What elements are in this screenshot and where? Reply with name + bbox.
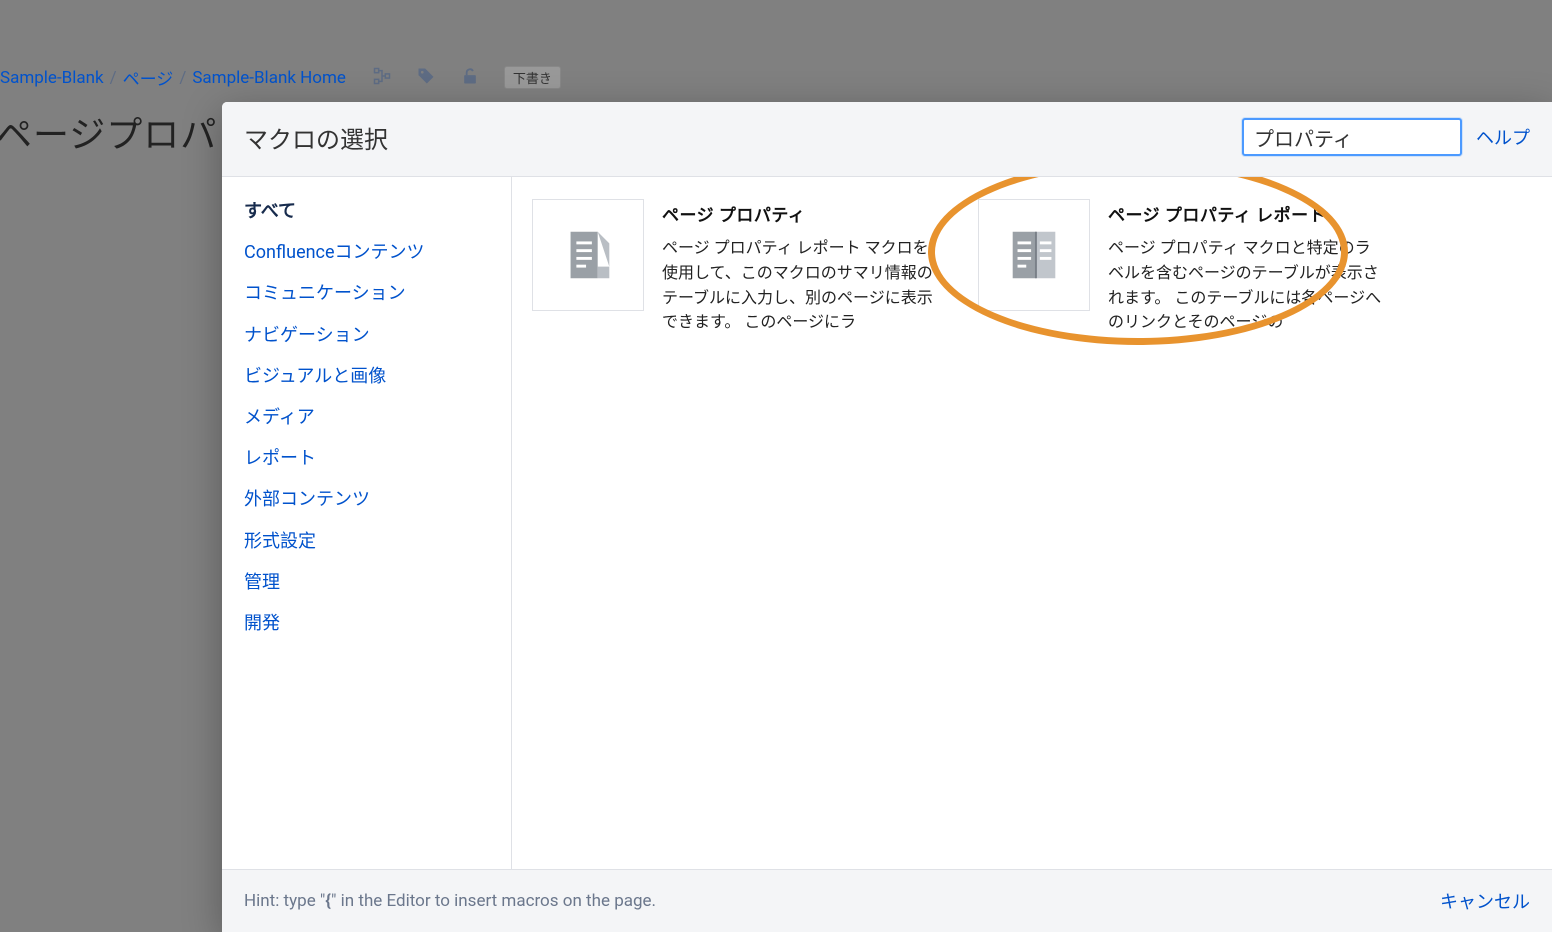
hint-prefix: Hint: type " bbox=[244, 891, 325, 911]
hint-suffix: " in the Editor to insert macros on the … bbox=[331, 891, 656, 911]
category-item[interactable]: レポート bbox=[244, 446, 489, 471]
macro-title: ページ プロパティ レポート bbox=[1108, 201, 1386, 226]
category-item[interactable]: すべて bbox=[244, 199, 489, 224]
breadcrumb-item[interactable]: ページ bbox=[123, 65, 174, 90]
page-properties-icon bbox=[532, 199, 644, 311]
macro-results: ページ プロパティ ページ プロパティ レポート マクロを使用して、このマクロの… bbox=[512, 177, 1552, 869]
help-link[interactable]: ヘルプ bbox=[1476, 124, 1530, 150]
unlock-icon[interactable] bbox=[460, 66, 480, 90]
breadcrumb-bar: Sample-Blank / ページ / Sample-Blank Home bbox=[0, 55, 1552, 100]
macro-browser-modal: マクロの選択 ヘルプ すべて Confluenceコンテンツコミュニケーションナビ… bbox=[222, 102, 1552, 932]
breadcrumb-sep: / bbox=[110, 68, 117, 88]
breadcrumb: Sample-Blank / ページ / Sample-Blank Home bbox=[0, 65, 346, 90]
category-item[interactable]: メディア bbox=[244, 405, 489, 430]
macro-desc: ページ プロパティ マクロと特定のラベルを含むページのテーブルが表示されます。 … bbox=[1108, 236, 1386, 335]
category-item[interactable]: 外部コンテンツ bbox=[244, 487, 489, 512]
page-properties-report-icon bbox=[978, 199, 1090, 311]
modal-header: マクロの選択 ヘルプ bbox=[222, 102, 1552, 177]
category-item[interactable]: Confluenceコンテンツ bbox=[244, 240, 489, 265]
category-item[interactable]: 形式設定 bbox=[244, 529, 489, 554]
breadcrumb-sep: / bbox=[179, 68, 186, 88]
macro-desc: ページ プロパティ レポート マクロを使用して、このマクロのサマリ情報のテーブル… bbox=[662, 236, 940, 335]
breadcrumb-item[interactable]: Sample-Blank Home bbox=[192, 68, 346, 88]
cancel-button[interactable]: キャンセル bbox=[1440, 888, 1530, 914]
hint-text: Hint: type "{" in the Editor to insert m… bbox=[244, 891, 1426, 911]
header-icons: 下書き bbox=[372, 66, 561, 90]
category-item[interactable]: コミュニケーション bbox=[244, 281, 489, 306]
category-item[interactable]: 管理 bbox=[244, 570, 489, 595]
page-tree-icon[interactable] bbox=[372, 66, 392, 90]
category-item[interactable]: 開発 bbox=[244, 611, 489, 636]
category-item[interactable]: ビジュアルと画像 bbox=[244, 364, 489, 389]
modal-body: すべて Confluenceコンテンツコミュニケーションナビゲーションビジュアルと… bbox=[222, 177, 1552, 869]
draft-badge: 下書き bbox=[504, 66, 561, 89]
macro-page-properties[interactable]: ページ プロパティ ページ プロパティ レポート マクロを使用して、このマクロの… bbox=[532, 199, 940, 335]
macro-page-properties-report[interactable]: ページ プロパティ レポート ページ プロパティ マクロと特定のラベルを含むペー… bbox=[978, 199, 1386, 335]
category-item[interactable]: ナビゲーション bbox=[244, 323, 489, 348]
category-sidebar: すべて Confluenceコンテンツコミュニケーションナビゲーションビジュアルと… bbox=[222, 177, 512, 869]
macro-title: ページ プロパティ bbox=[662, 201, 940, 226]
modal-footer: Hint: type "{" in the Editor to insert m… bbox=[222, 869, 1552, 932]
macro-search-input[interactable] bbox=[1242, 118, 1462, 156]
modal-title: マクロの選択 bbox=[244, 120, 1228, 155]
tag-icon[interactable] bbox=[416, 66, 436, 90]
breadcrumb-item[interactable]: Sample-Blank bbox=[0, 68, 104, 88]
